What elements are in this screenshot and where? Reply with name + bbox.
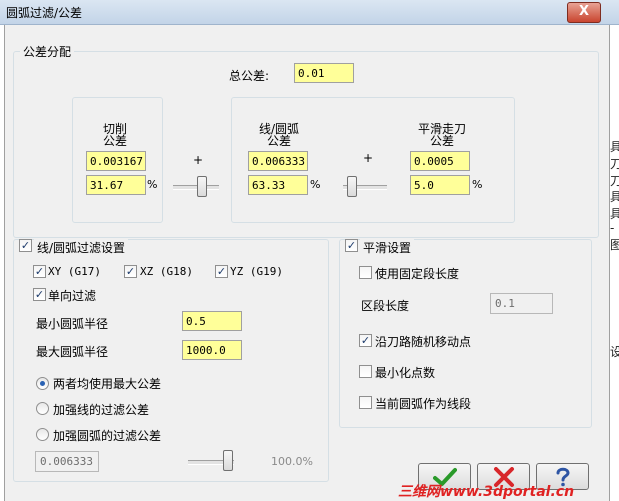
smooth-percent-sign: % bbox=[472, 178, 483, 191]
radio-arc-filter-label: 加强圆弧的过滤公差 bbox=[53, 429, 162, 443]
minimize-points-checkbox[interactable] bbox=[359, 365, 372, 378]
max-radius-label: 最大圆弧半径 bbox=[36, 345, 109, 359]
fixed-segment-checkbox[interactable] bbox=[359, 266, 372, 279]
background-text: 刀 bbox=[610, 157, 619, 171]
cut-percent-sign: % bbox=[147, 178, 158, 191]
cut-tolerance-input[interactable]: 0.003167 bbox=[86, 151, 146, 171]
yz-plane-label: YZ (G19) bbox=[230, 265, 283, 278]
xy-plane-checkbox[interactable]: ✓ bbox=[33, 265, 46, 278]
radio-both-max-tolerance-label: 两者均使用最大公差 bbox=[53, 377, 162, 391]
cut-arc-slider-track[interactable] bbox=[173, 185, 219, 190]
close-icon: X bbox=[578, 4, 590, 19]
watermark-text: 三维网www.3dportal.cn bbox=[398, 484, 575, 500]
arc-as-line-checkbox[interactable] bbox=[359, 396, 372, 409]
fixed-segment-label: 使用固定段长度 bbox=[375, 267, 460, 281]
xz-plane-label: XZ (G18) bbox=[140, 265, 193, 278]
minimize-points-label: 最小化点数 bbox=[375, 366, 436, 380]
smooth-settings-legend: 平滑设置 bbox=[360, 239, 415, 256]
radio-line-filter-label: 加强线的过滤公差 bbox=[53, 403, 150, 417]
title-bar[interactable]: 圆弧过滤/公差 X bbox=[0, 0, 619, 25]
plus-sign: + bbox=[193, 153, 204, 167]
yz-plane-checkbox[interactable]: ✓ bbox=[215, 265, 228, 278]
background-text: 设 bbox=[610, 345, 619, 359]
one-way-filter-checkbox[interactable]: ✓ bbox=[33, 288, 46, 301]
min-radius-input[interactable]: 0.5 bbox=[182, 311, 242, 331]
dialog-client: 公差分配 总公差: 0.01 切削 公差 0.003167 31.67 % + … bbox=[4, 25, 610, 501]
arc-filter-checkbox[interactable]: ✓ bbox=[19, 239, 32, 252]
background-text: 图 bbox=[610, 238, 619, 252]
cut-arc-slider-thumb[interactable] bbox=[197, 176, 207, 197]
segment-length-input[interactable]: 0.1 bbox=[490, 293, 553, 314]
arc-as-line-label: 当前圆弧作为线段 bbox=[375, 397, 472, 411]
smooth-percent-input[interactable]: 5.0 bbox=[410, 175, 470, 195]
close-button[interactable]: X bbox=[567, 2, 601, 23]
arc-percent-input[interactable]: 63.33 bbox=[248, 175, 308, 195]
tolerance-group-legend: 公差分配 bbox=[23, 45, 72, 59]
random-move-label: 沿刀路随机移动点 bbox=[375, 335, 472, 349]
radio-line-filter[interactable] bbox=[36, 402, 49, 415]
segment-length-label: 区段长度 bbox=[361, 299, 410, 313]
plus-sign: + bbox=[363, 151, 374, 165]
filter-slider-thumb[interactable] bbox=[223, 450, 233, 471]
xz-plane-checkbox[interactable]: ✓ bbox=[124, 265, 137, 278]
smooth-settings-checkbox[interactable]: ✓ bbox=[345, 239, 358, 252]
background-text: 具 bbox=[610, 190, 619, 204]
max-radius-input[interactable]: 1000.0 bbox=[182, 340, 242, 360]
background-text: - bbox=[610, 221, 615, 235]
arc-filter-legend: 线/圆弧过滤设置 bbox=[34, 239, 129, 256]
smooth-tolerance-input[interactable]: 0.0005 bbox=[410, 151, 470, 171]
background-window-strip: 具 刀 刀 具 具 - 图 设 bbox=[610, 25, 619, 501]
background-text: 刀 bbox=[610, 174, 619, 188]
arc-smooth-slider-thumb[interactable] bbox=[347, 176, 357, 197]
arc-tolerance-input[interactable]: 0.006333 bbox=[248, 151, 308, 171]
cut-percent-input[interactable]: 31.67 bbox=[86, 175, 146, 195]
arc-percent-sign: % bbox=[310, 178, 321, 191]
cut-tolerance-label-2: 公差 bbox=[102, 134, 127, 148]
radio-both-max-tolerance[interactable] bbox=[36, 377, 49, 390]
background-text: 具 bbox=[610, 140, 619, 154]
total-tolerance-input[interactable]: 0.01 bbox=[294, 63, 354, 83]
arc-tolerance-label-2: 公差 bbox=[266, 134, 291, 148]
smooth-tolerance-label-2: 公差 bbox=[429, 134, 454, 148]
filter-percent-label: 100.0% bbox=[271, 455, 313, 468]
random-move-checkbox[interactable]: ✓ bbox=[359, 334, 372, 347]
window-title: 圆弧过滤/公差 bbox=[6, 6, 83, 20]
total-tolerance-label: 总公差: bbox=[229, 69, 270, 83]
filter-tolerance-input-disabled[interactable]: 0.006333 bbox=[35, 451, 99, 472]
radio-arc-filter[interactable] bbox=[36, 428, 49, 441]
xy-plane-label: XY (G17) bbox=[48, 265, 101, 278]
min-radius-label: 最小圆弧半径 bbox=[36, 317, 109, 331]
one-way-filter-label: 单向过滤 bbox=[48, 289, 97, 303]
background-text: 具 bbox=[610, 207, 619, 221]
